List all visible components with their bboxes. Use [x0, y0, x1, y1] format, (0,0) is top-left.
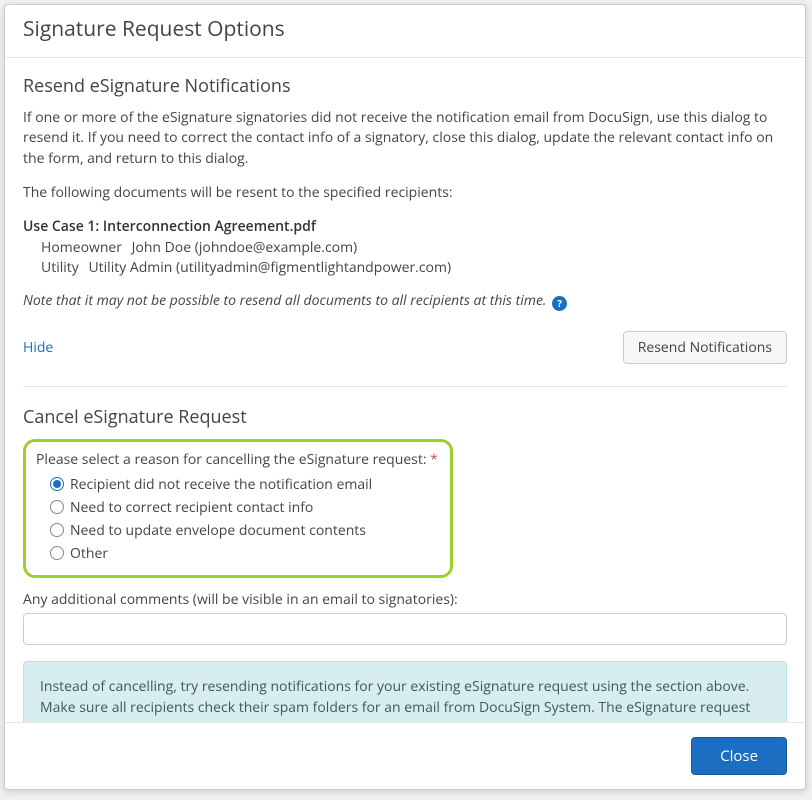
radio-label: Need to update envelope document content… [70, 521, 366, 540]
resend-list-intro: The following documents will be resent t… [23, 183, 787, 203]
cancel-reason-highlight: Please select a reason for cancelling th… [23, 439, 453, 578]
resend-notifications-button[interactable]: Resend Notifications [623, 331, 787, 364]
modal-footer: Close [5, 722, 805, 789]
cancel-reason-label: Please select a reason for cancelling th… [36, 450, 440, 469]
radio-icon [50, 523, 64, 537]
recipient-name-email: John Doe (johndoe@example.com) [132, 238, 358, 258]
modal-header: Signature Request Options [5, 5, 805, 58]
radio-icon [50, 500, 64, 514]
signature-request-options-modal: Signature Request Options Resend eSignat… [4, 4, 806, 790]
recipient-role: Homeowner [41, 238, 122, 258]
resend-heading: Resend eSignature Notifications [23, 74, 787, 98]
radio-icon [50, 546, 64, 560]
radio-label: Other [70, 544, 108, 563]
cancel-heading: Cancel eSignature Request [23, 405, 787, 429]
modal-body: Resend eSignature Notifications If one o… [5, 58, 805, 722]
required-indicator: * [430, 450, 438, 469]
radio-option-correct-contact[interactable]: Need to correct recipient contact info [36, 496, 440, 519]
recipient-name-email: Utility Admin (utilityadmin@figmentlight… [88, 258, 451, 278]
radio-icon [50, 477, 64, 491]
comments-input[interactable] [23, 613, 787, 645]
modal-title: Signature Request Options [23, 15, 787, 43]
resend-footer: Hide Resend Notifications [23, 331, 787, 387]
hide-link[interactable]: Hide [23, 338, 53, 357]
radio-option-other[interactable]: Other [36, 542, 440, 565]
info-icon[interactable]: ? [552, 296, 567, 311]
radio-option-not-received[interactable]: Recipient did not receive the notificati… [36, 473, 440, 496]
recipient-role: Utility [41, 258, 79, 278]
recipient-row: Utility Utility Admin (utilityadmin@figm… [23, 258, 787, 278]
resend-intro: If one or more of the eSignature signato… [23, 108, 787, 169]
resend-note: Note that it may not be possible to rese… [23, 291, 546, 310]
document-block: Use Case 1: Interconnection Agreement.pd… [23, 217, 787, 277]
resend-note-line: Note that it may not be possible to rese… [23, 291, 787, 311]
close-button[interactable]: Close [691, 737, 787, 775]
radio-option-update-document[interactable]: Need to update envelope document content… [36, 519, 440, 542]
document-name: Use Case 1: Interconnection Agreement.pd… [23, 217, 787, 236]
comments-label: Any additional comments (will be visible… [23, 590, 787, 609]
cancel-info-panel: Instead of cancelling, try resending not… [23, 661, 787, 722]
radio-label: Need to correct recipient contact info [70, 498, 313, 517]
radio-label: Recipient did not receive the notificati… [70, 475, 372, 494]
recipient-row: Homeowner John Doe (johndoe@example.com) [23, 238, 787, 258]
